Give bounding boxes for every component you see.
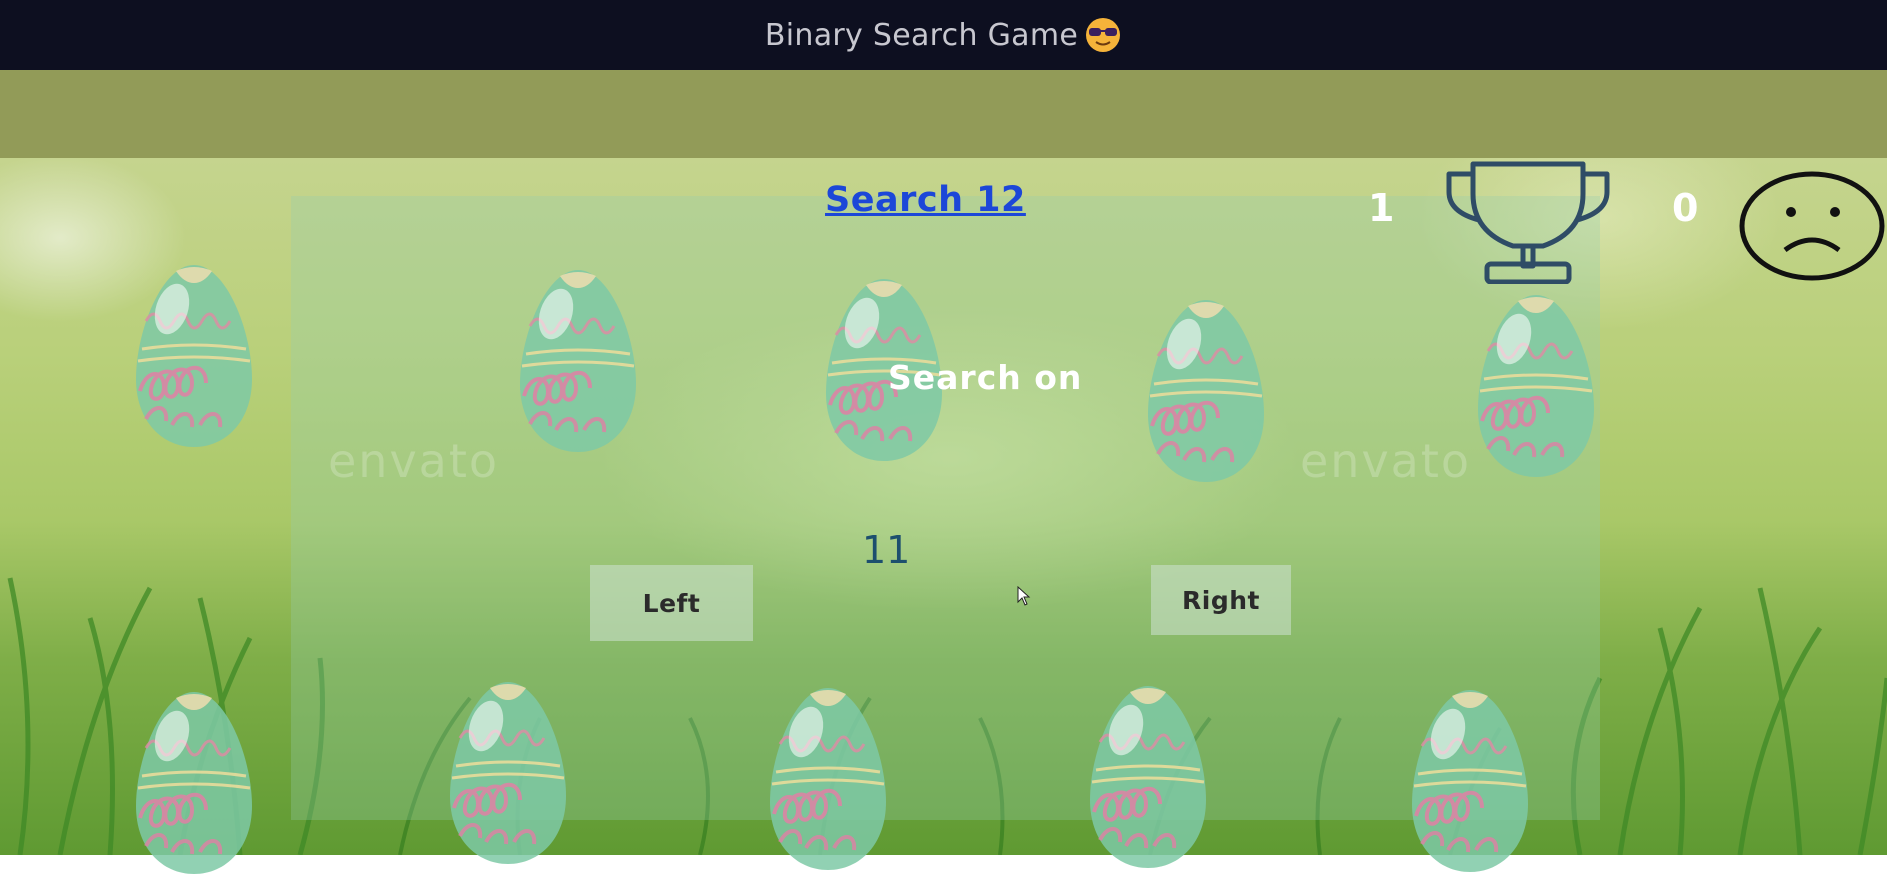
losses-score: 0 [1672,186,1699,230]
current-number: 11 [862,528,911,572]
watermark-text: envato [1300,434,1472,488]
app-title: Binary Search Game [764,17,1079,53]
header-band [0,70,1887,158]
easter-egg-icon[interactable] [1086,682,1210,872]
easter-egg-icon[interactable] [1408,686,1532,876]
easter-egg-icon[interactable] [1144,296,1268,486]
easter-egg-icon[interactable] [446,678,570,868]
search-target-link[interactable]: Search 12 [825,180,1026,220]
sad-face-icon [1739,171,1885,281]
easter-egg-icon[interactable] [516,266,640,456]
mouse-cursor-icon [1017,586,1031,606]
left-button[interactable]: Left [590,565,753,641]
title-bar: Binary Search Game [0,0,1887,70]
wins-score: 1 [1368,186,1395,230]
easter-egg-icon[interactable] [1474,291,1598,481]
easter-egg-icon[interactable] [132,688,256,878]
easter-egg-icon[interactable] [132,261,256,451]
trophy-icon [1446,161,1610,284]
search-on-label: Search on [888,358,1083,397]
cool-sunglasses-emoji-icon [1084,16,1122,54]
watermark-text: envato [328,434,500,488]
easter-egg-icon[interactable] [766,684,890,874]
right-button[interactable]: Right [1151,565,1291,635]
